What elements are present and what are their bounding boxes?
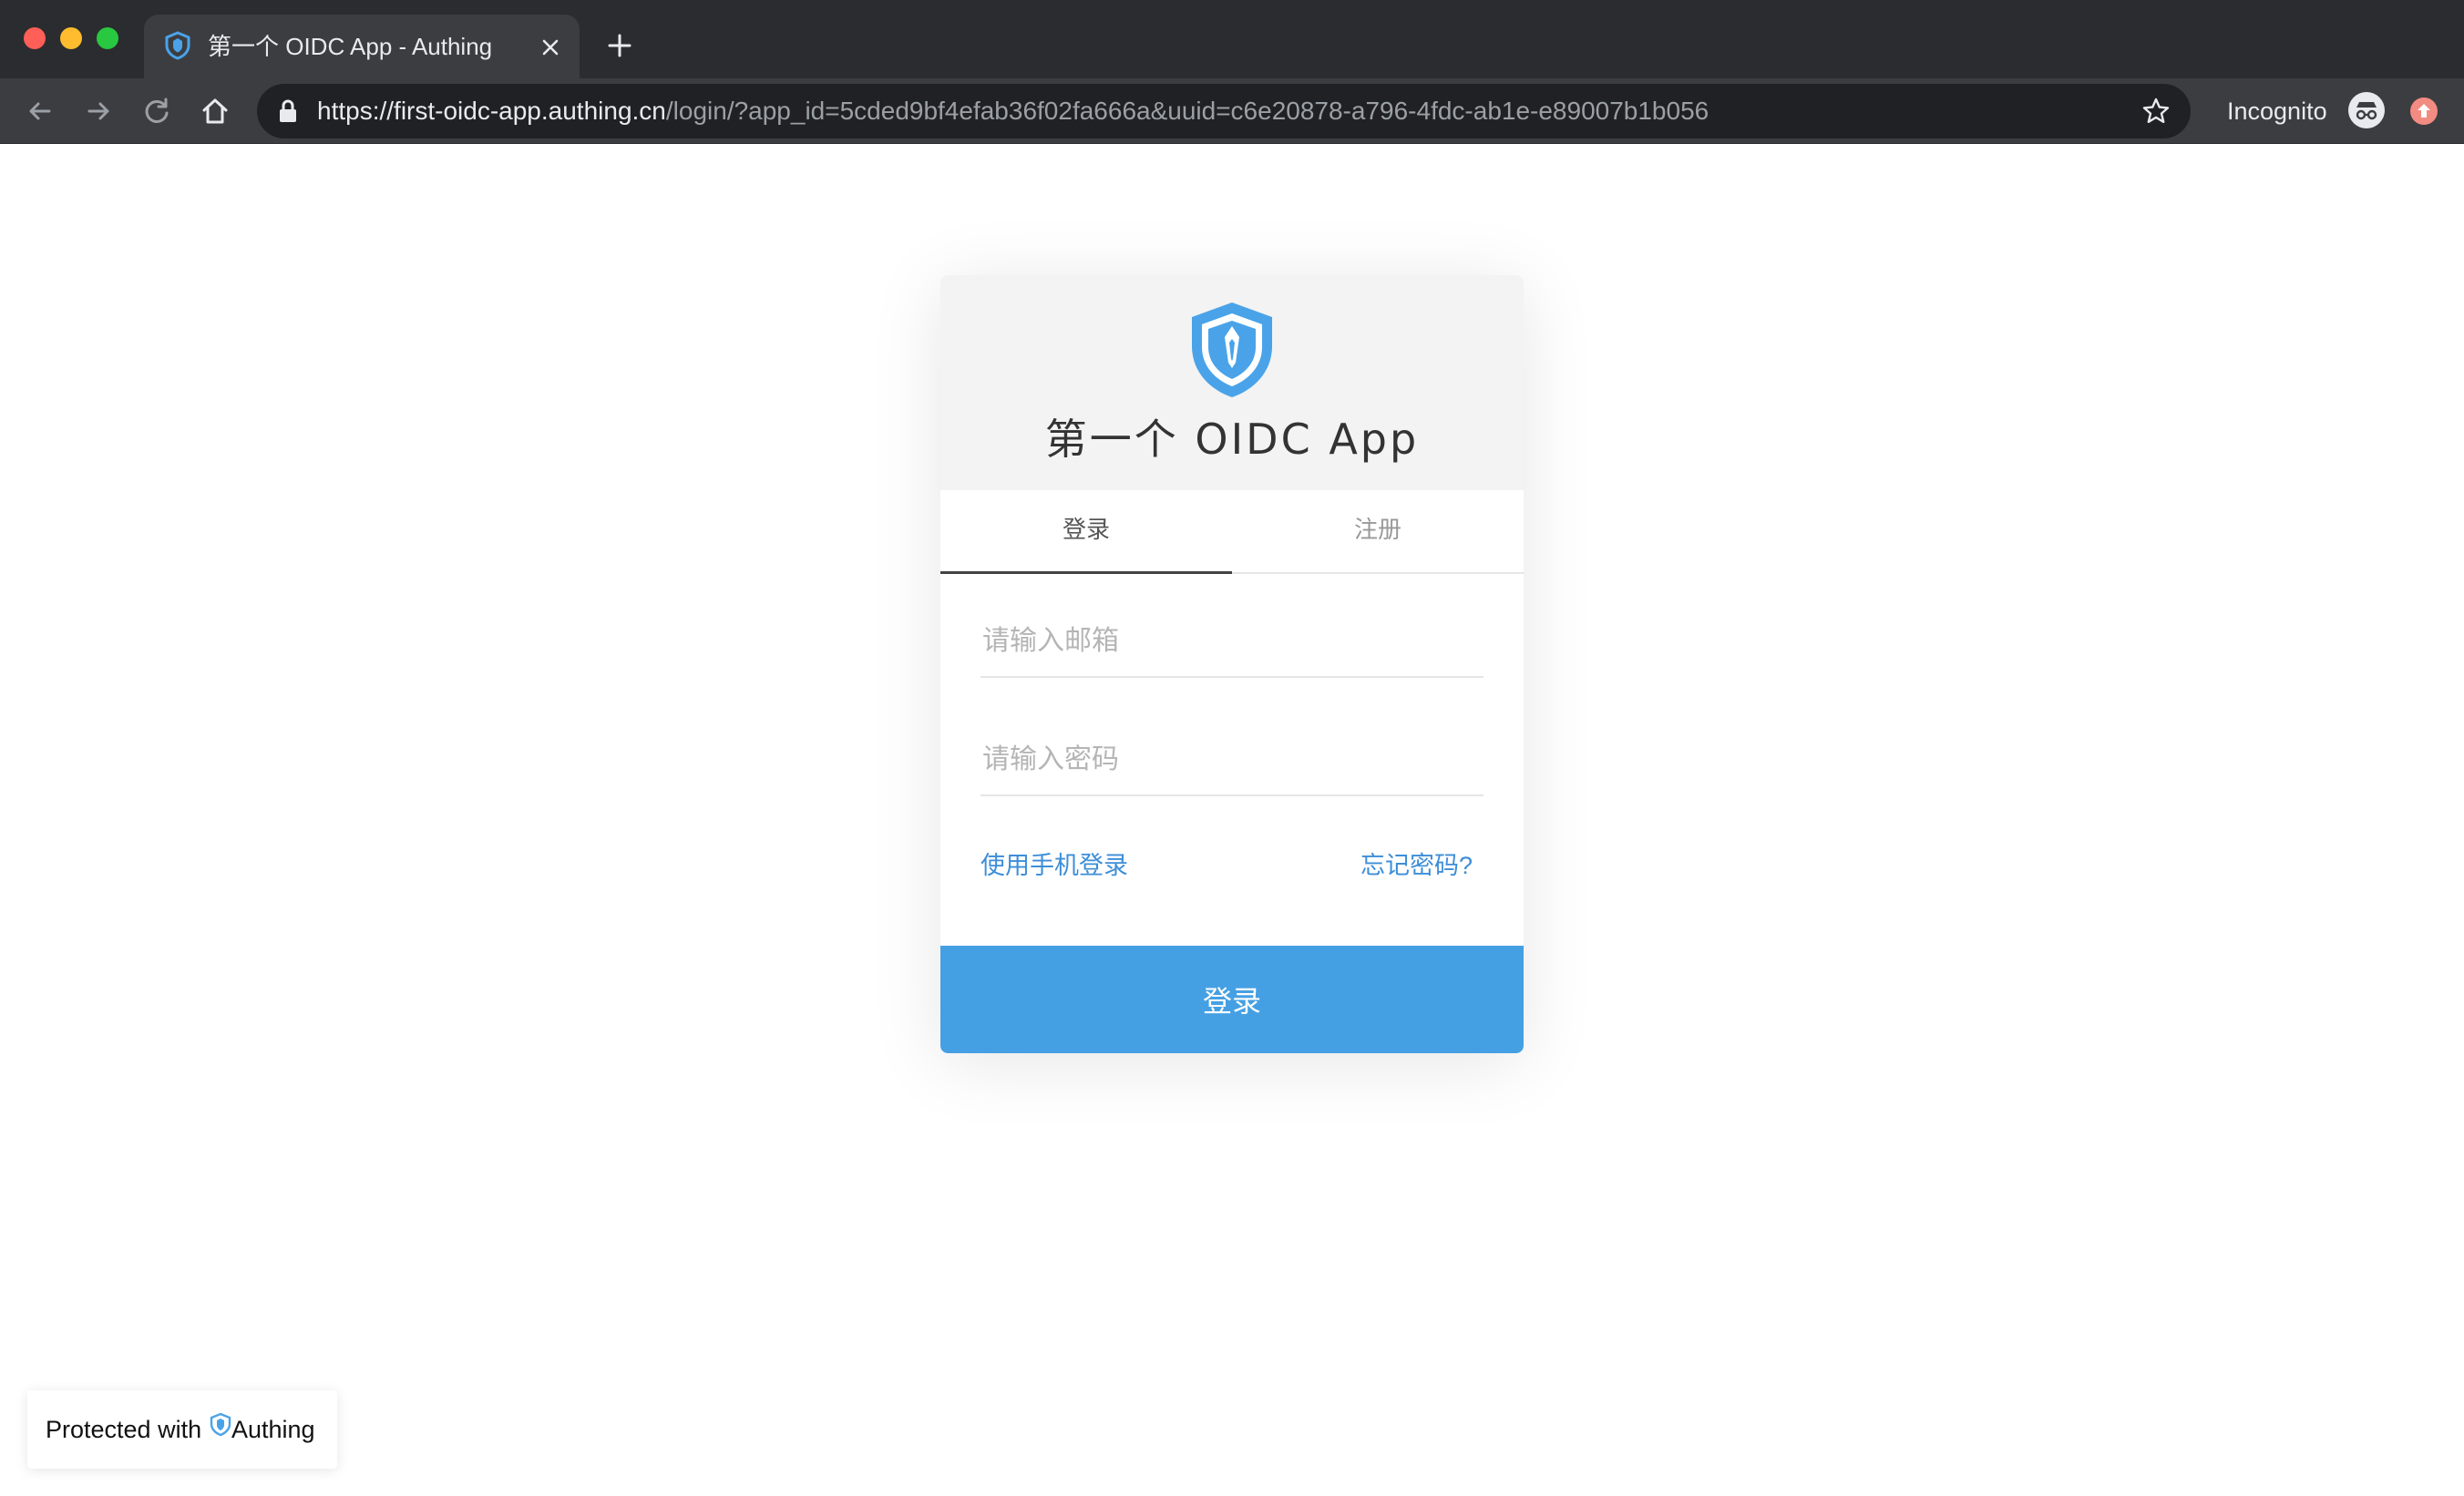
- url-text: https://first-oidc-app.authing.cn/login/…: [317, 97, 1709, 125]
- lock-icon: [280, 99, 296, 122]
- incognito-label: Incognito: [2227, 97, 2327, 125]
- close-icon[interactable]: [538, 35, 563, 60]
- forgot-password-link[interactable]: 忘记密码?: [1360, 849, 1473, 882]
- app-title: 第一个 OIDC App: [1044, 415, 1420, 464]
- browser-titlebar: 第一个 OIDC App - Authing: [0, 0, 2464, 78]
- tab-register[interactable]: 注册: [1232, 490, 1524, 574]
- arrow-left-icon: [29, 102, 51, 120]
- browser-tab[interactable]: 第一个 OIDC App - Authing: [144, 15, 580, 78]
- protected-brand: Authing: [231, 1416, 315, 1443]
- email-field[interactable]: [980, 605, 1484, 678]
- phone-login-link[interactable]: 使用手机登录: [980, 849, 1128, 882]
- new-tab-icon[interactable]: [605, 31, 634, 60]
- incognito-icon[interactable]: [2347, 91, 2386, 129]
- forward-button[interactable]: [82, 95, 115, 128]
- minimize-window-button[interactable]: [60, 27, 82, 49]
- login-submit-button[interactable]: 登录: [940, 946, 1524, 1053]
- arrow-right-icon: [87, 102, 109, 120]
- tab-title: 第一个 OIDC App - Authing: [208, 33, 493, 60]
- tab-login[interactable]: 登录: [940, 490, 1232, 574]
- home-icon: [202, 98, 228, 124]
- protected-by-badge[interactable]: Protected with Authing: [27, 1390, 337, 1469]
- home-button[interactable]: [199, 95, 231, 128]
- page-content: 第一个 OIDC App 登录 注册 使用手机登录 忘记密码? 登录 Prote…: [0, 144, 2464, 1496]
- browser-toolbar: https://first-oidc-app.authing.cn/login/…: [0, 78, 2464, 144]
- reload-icon: [145, 97, 169, 123]
- bookmark-star-icon[interactable]: [2141, 97, 2171, 126]
- extension-icon[interactable]: [2409, 97, 2438, 126]
- authing-shield-icon: [210, 1412, 231, 1437]
- reload-button[interactable]: [140, 95, 173, 128]
- close-window-button[interactable]: [24, 27, 46, 49]
- address-bar[interactable]: https://first-oidc-app.authing.cn/login/…: [257, 84, 2191, 138]
- auth-tabs: 登录 注册: [940, 490, 1524, 574]
- protected-prefix: Protected with: [46, 1416, 202, 1443]
- card-header: 第一个 OIDC App: [940, 275, 1524, 490]
- login-card: 第一个 OIDC App 登录 注册 使用手机登录 忘记密码? 登录: [940, 275, 1524, 1053]
- authing-shield-icon: [165, 31, 190, 60]
- authing-shield-logo-icon: [1192, 302, 1272, 397]
- back-button[interactable]: [24, 95, 56, 128]
- password-field[interactable]: [980, 723, 1484, 796]
- maximize-window-button[interactable]: [97, 27, 118, 49]
